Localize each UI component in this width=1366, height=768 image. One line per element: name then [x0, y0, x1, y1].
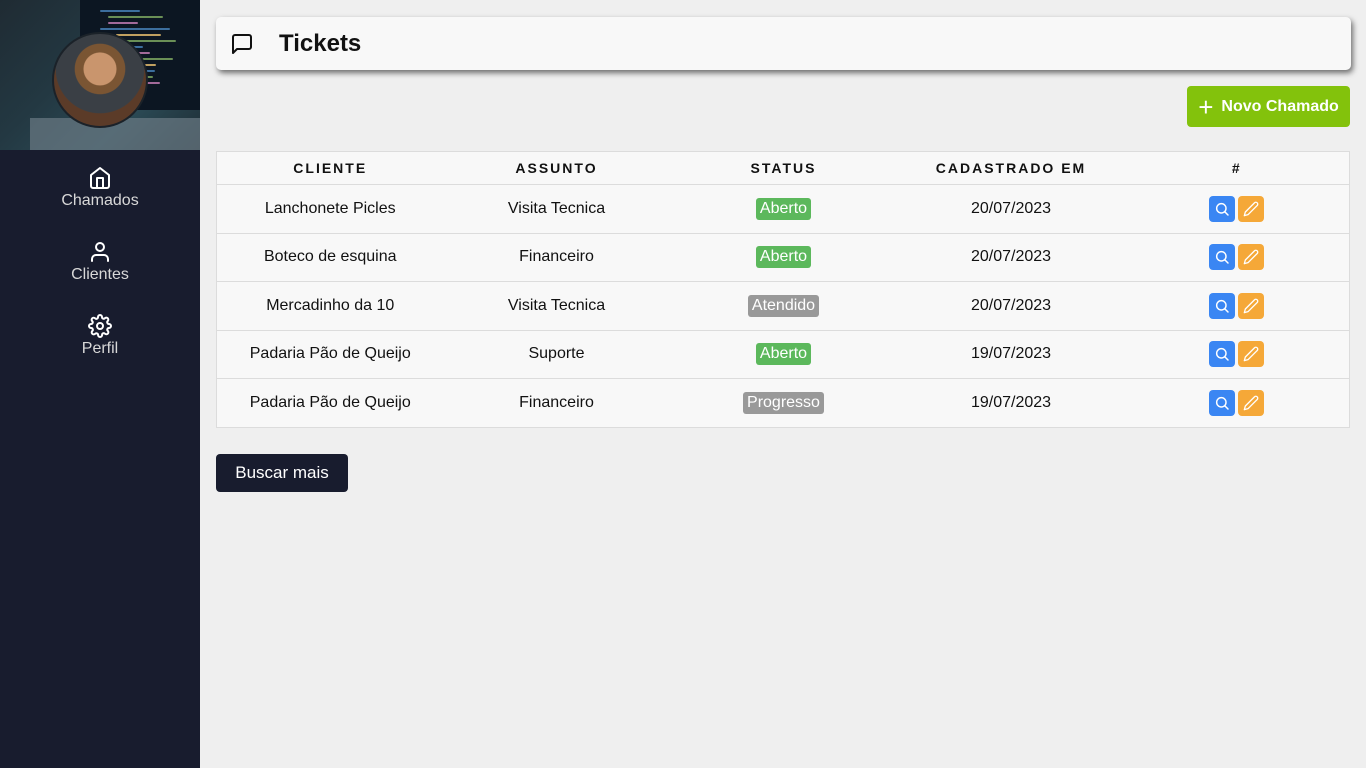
user-icon: [91, 242, 109, 262]
cell-cadastrado: 19/07/2023: [897, 330, 1125, 379]
cell-assunto: Financeiro: [443, 233, 670, 282]
cell-cadastrado: 20/07/2023: [897, 184, 1125, 234]
tickets-table: CLIENTE ASSUNTO STATUS CADASTRADO EM # L…: [216, 151, 1350, 428]
cell-status: Aberto: [669, 330, 898, 379]
cell-actions: [1124, 330, 1350, 379]
cell-cliente: Padaria Pão de Queijo: [216, 330, 444, 379]
edit-ticket-button[interactable]: [1238, 341, 1265, 368]
view-ticket-button[interactable]: [1209, 341, 1236, 368]
cell-assunto: Visita Tecnica: [443, 281, 670, 331]
pencil-icon: [1243, 346, 1259, 362]
cell-cadastrado: 20/07/2023: [897, 233, 1125, 282]
pencil-icon: [1243, 249, 1259, 265]
cell-cadastrado: 20/07/2023: [897, 281, 1125, 331]
page-header: Tickets: [216, 17, 1351, 70]
view-ticket-button[interactable]: [1209, 292, 1236, 319]
cell-actions: [1124, 184, 1350, 234]
new-ticket-button[interactable]: + Novo Chamado: [1187, 86, 1350, 127]
view-ticket-button[interactable]: [1209, 195, 1236, 222]
column-header-status: STATUS: [669, 151, 898, 185]
table-row: Lanchonete Picles Visita Tecnica Aberto 20/…: [216, 184, 1350, 234]
view-ticket-button[interactable]: [1209, 389, 1236, 416]
cell-actions: [1124, 233, 1350, 282]
table-row: Padaria Pão de Queijo Financeiro Progresso…: [217, 379, 1350, 428]
cell-status: Aberto: [669, 233, 898, 282]
cell-cliente: Lanchonete Picles: [216, 184, 444, 234]
edit-ticket-button[interactable]: [1238, 244, 1265, 271]
message-square-icon: [232, 33, 252, 54]
cell-assunto: Visita Tecnica: [443, 184, 670, 234]
sidebar-item-label: Clientes: [71, 266, 129, 283]
table-row: Boteco de esquina Financeiro Aberto 20/07/2…: [216, 233, 1350, 282]
cell-cliente: Mercadinho da 10: [216, 281, 444, 331]
load-more-button[interactable]: Buscar mais: [216, 454, 348, 492]
column-header-cliente: CLIENTE: [216, 151, 444, 185]
status-badge: Progresso: [743, 391, 824, 414]
avatar[interactable]: [52, 32, 148, 128]
search-icon: [1216, 251, 1229, 264]
search-icon: [1216, 348, 1229, 361]
sidebar: Chamados Clientes Perfil: [0, 0, 200, 768]
cell-cliente: Padaria Pão de Queijo: [249, 393, 411, 411]
status-badge: Aberto: [755, 343, 812, 366]
cell-assunto: Suporte: [443, 330, 670, 379]
page-title: Tickets: [279, 29, 362, 57]
pencil-icon: [1243, 395, 1259, 411]
edit-ticket-button[interactable]: [1238, 292, 1265, 319]
search-icon: [1216, 396, 1229, 410]
gear-icon: [88, 314, 112, 338]
search-icon: [1216, 202, 1229, 216]
pencil-icon: [1243, 298, 1259, 314]
sidebar-item-label: Perfil: [81, 340, 119, 357]
edit-ticket-button[interactable]: [1238, 389, 1265, 416]
table-row: Mercadinho da 10 Visita Tecnica Atendido 20…: [216, 281, 1350, 331]
column-header-cadastrado: CADASTRADO EM: [897, 151, 1125, 185]
home-icon: [90, 167, 110, 189]
table-row: Padaria Pão de Queijo Suporte Aberto 19/07/…: [216, 330, 1350, 379]
table-header-row: CLIENTE ASSUNTO STATUS CADASTRADO EM #: [216, 151, 1350, 185]
view-ticket-button[interactable]: [1209, 244, 1236, 271]
sidebar-item-perfil[interactable]: Perfil: [0, 314, 200, 374]
cell-actions: [1125, 379, 1350, 428]
sidebar-item-chamados[interactable]: Chamados: [0, 166, 200, 226]
cell-status: Aberto: [669, 184, 898, 234]
cell-assunto: Financeiro: [519, 393, 594, 411]
status-badge: Aberto: [755, 246, 812, 269]
sidebar-banner: [0, 0, 200, 150]
cell-cliente: Boteco de esquina: [216, 233, 444, 282]
status-badge: Aberto: [755, 197, 812, 220]
sidebar-item-label: Chamados: [61, 192, 139, 209]
status-badge: Atendido: [747, 294, 820, 317]
edit-ticket-button[interactable]: [1238, 195, 1265, 222]
cell-status: Atendido: [669, 281, 898, 331]
sidebar-item-clientes[interactable]: Clientes: [0, 240, 200, 300]
search-icon: [1216, 299, 1229, 313]
new-ticket-label: Novo Chamado: [1221, 97, 1339, 115]
cell-status: Progresso: [670, 379, 898, 428]
pencil-icon: [1243, 201, 1259, 217]
column-header-assunto: ASSUNTO: [443, 151, 670, 185]
column-header-actions: #: [1124, 151, 1350, 185]
plus-icon: +: [1198, 91, 1214, 122]
cell-actions: [1124, 281, 1350, 331]
cell-cadastrado: 19/07/2023: [970, 393, 1052, 411]
